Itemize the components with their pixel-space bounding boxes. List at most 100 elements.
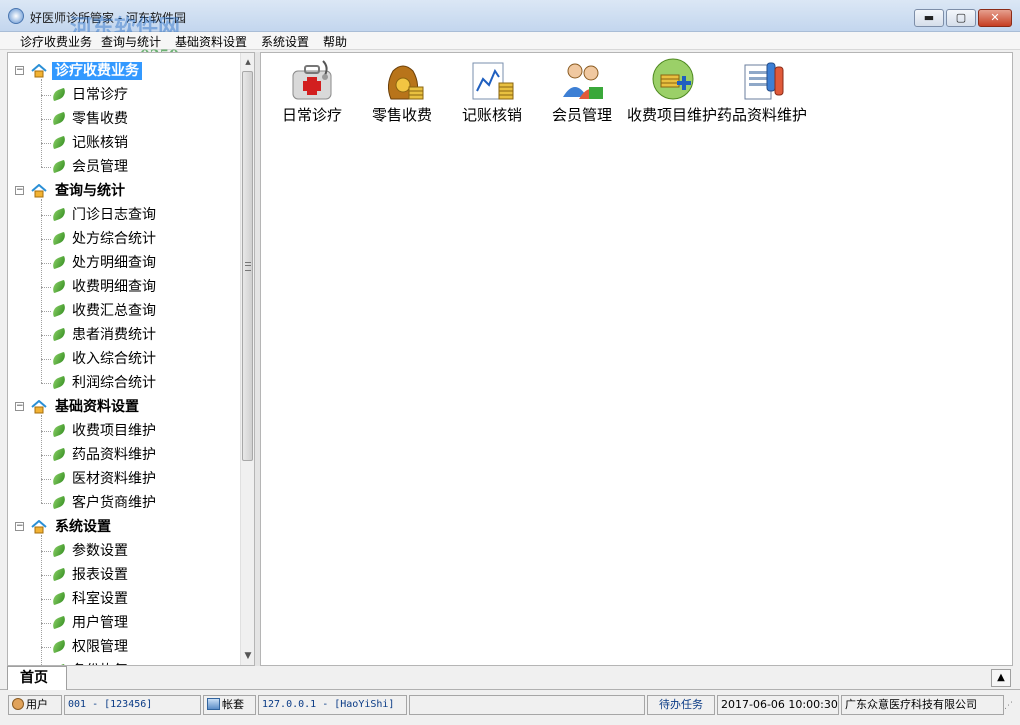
collapse-toggle-icon[interactable]: − bbox=[15, 66, 24, 75]
tree-group-label: 查询与统计 bbox=[55, 183, 125, 199]
navigation-tree-panel: − 诊疗收费业务日常诊疗零售收费记账核销会员管理 − 查询与统计门诊日志查询 处方综合统… bbox=[7, 52, 255, 666]
status-datetime: 2017-06-06 10:00:30 bbox=[717, 695, 839, 715]
leaf-icon bbox=[50, 423, 68, 438]
tile-daily-diagnosis[interactable]: 日常诊疗 bbox=[267, 55, 357, 145]
collapse-toggle-icon[interactable]: − bbox=[15, 186, 24, 195]
collapse-toggle-icon[interactable]: − bbox=[15, 402, 24, 411]
tree-item-label: 利润综合统计 bbox=[72, 375, 156, 391]
menu-business[interactable]: 诊疗收费业务 bbox=[20, 33, 92, 50]
tree-item-label: 收费明细查询 bbox=[72, 279, 156, 295]
scroll-up-icon[interactable]: ▴ bbox=[241, 53, 254, 70]
account-icon bbox=[207, 698, 220, 710]
leaf-icon bbox=[50, 495, 68, 510]
leaf-icon bbox=[50, 471, 68, 486]
scroll-thumb[interactable] bbox=[242, 71, 253, 461]
menu-system-settings[interactable]: 系统设置 bbox=[261, 33, 309, 50]
leaf-icon bbox=[50, 639, 68, 654]
tree-item-label: 处方综合统计 bbox=[72, 231, 156, 247]
leaf-icon bbox=[50, 327, 68, 342]
tree-group[interactable]: − 基础资料设置 bbox=[8, 395, 240, 419]
ledger-chart-icon bbox=[472, 62, 514, 100]
leaf-icon bbox=[50, 159, 68, 174]
leaf-icon bbox=[50, 207, 68, 222]
status-bar: 用户 001 - [123456] 帐套 127.0.0.1 - [HaoYiS… bbox=[0, 691, 1020, 725]
tree-item-label: 收费项目维护 bbox=[72, 423, 156, 439]
leaf-icon bbox=[50, 111, 68, 126]
status-user-value: 001 - [123456] bbox=[64, 695, 201, 715]
tree-item-label: 记账核销 bbox=[72, 135, 128, 151]
title-bar: 好医师诊所管家 - 河东软件园 河东软件网 ▬ ▢ ✕ bbox=[0, 0, 1020, 41]
leaf-icon bbox=[50, 615, 68, 630]
leaf-icon bbox=[50, 231, 68, 246]
tree-item[interactable]: 备份恢复 bbox=[8, 659, 240, 665]
tab-scroll-up-icon[interactable]: ▲ bbox=[991, 669, 1011, 687]
members-icon bbox=[563, 63, 603, 99]
tree-item-label: 门诊日志查询 bbox=[72, 207, 156, 223]
status-pending-tasks[interactable]: 待办任务 bbox=[647, 695, 715, 715]
tree-item-label: 收费汇总查询 bbox=[72, 303, 156, 319]
status-account: 帐套 bbox=[203, 695, 256, 715]
leaf-icon bbox=[50, 87, 68, 102]
drug-data-icon bbox=[744, 62, 784, 100]
status-server: 127.0.0.1 - [HaoYiShi] bbox=[258, 695, 407, 715]
tree-item-label: 用户管理 bbox=[72, 615, 128, 631]
leaf-icon bbox=[50, 375, 68, 390]
tile-drug-data-maintenance[interactable]: 药品资料维护 bbox=[717, 55, 807, 145]
tree-item-label: 日常诊疗 bbox=[72, 87, 128, 103]
tree-item-label: 参数设置 bbox=[72, 543, 128, 559]
tree-item-label: 会员管理 bbox=[72, 159, 128, 175]
tree-group[interactable]: − 查询与统计 bbox=[8, 179, 240, 203]
close-button[interactable]: ✕ bbox=[978, 9, 1012, 27]
tree-item-label: 科室设置 bbox=[72, 591, 128, 607]
menu-help[interactable]: 帮助 bbox=[323, 33, 347, 50]
money-bag-icon bbox=[387, 65, 424, 100]
app-icon bbox=[8, 8, 24, 24]
house-icon bbox=[31, 520, 47, 534]
tree-item-label: 收入综合统计 bbox=[72, 351, 156, 367]
scroll-down-icon[interactable]: ▼ bbox=[241, 648, 254, 665]
leaf-icon bbox=[50, 567, 68, 582]
collapse-toggle-icon[interactable]: − bbox=[15, 522, 24, 531]
tile-label: 药品资料维护 bbox=[717, 106, 808, 124]
tree-group[interactable]: − 诊疗收费业务 bbox=[8, 59, 240, 83]
leaf-icon bbox=[50, 447, 68, 462]
tile-label: 会员管理 bbox=[551, 106, 612, 124]
resize-grip-icon[interactable]: ⋰ bbox=[1004, 701, 1016, 713]
tree-item-label: 处方明细查询 bbox=[72, 255, 156, 271]
leaf-icon bbox=[50, 591, 68, 606]
tile-charge-item-maintenance[interactable]: 收费项目维护 bbox=[627, 55, 717, 145]
medical-kit-icon bbox=[292, 60, 332, 100]
tree-item-label: 报表设置 bbox=[72, 567, 128, 583]
tree-group[interactable]: − 系统设置 bbox=[8, 515, 240, 539]
house-icon bbox=[31, 64, 47, 78]
status-user: 用户 bbox=[8, 695, 62, 715]
tile-member-management[interactable]: 会员管理 bbox=[537, 55, 627, 145]
tree-scrollbar[interactable]: ▴ ▼ bbox=[240, 53, 254, 665]
user-icon bbox=[12, 698, 24, 710]
tree-item-label: 患者消费统计 bbox=[72, 327, 156, 343]
tile-bookkeeping[interactable]: 记账核销 bbox=[447, 55, 537, 145]
tab-home[interactable]: 首页 bbox=[7, 666, 67, 690]
leaf-icon bbox=[50, 255, 68, 270]
status-company: 广东众意医疗科技有限公司 bbox=[841, 695, 1004, 715]
leaf-icon bbox=[50, 135, 68, 150]
status-blank bbox=[409, 695, 645, 715]
tree-group-label: 基础资料设置 bbox=[55, 399, 139, 415]
tile-label: 零售收费 bbox=[371, 106, 432, 124]
tree-item-label: 医材资料维护 bbox=[72, 471, 156, 487]
tile-label: 日常诊疗 bbox=[281, 106, 342, 124]
leaf-icon bbox=[50, 351, 68, 366]
tree-item-label: 客户货商维护 bbox=[72, 495, 156, 511]
tree-group-label: 系统设置 bbox=[55, 519, 111, 535]
minimize-button[interactable]: ▬ bbox=[914, 9, 944, 27]
house-icon bbox=[31, 400, 47, 414]
tree-item-label: 权限管理 bbox=[72, 639, 128, 655]
tile-label: 收费项目维护 bbox=[627, 106, 718, 124]
tile-retail-charge[interactable]: 零售收费 bbox=[357, 55, 447, 145]
tab-bar: 首页 ▲ bbox=[0, 666, 1020, 690]
tile-label: 记账核销 bbox=[461, 106, 522, 124]
tree-item-label: 零售收费 bbox=[72, 111, 128, 127]
maximize-button[interactable]: ▢ bbox=[946, 9, 976, 27]
status-account-label: 帐套 bbox=[222, 698, 244, 711]
tree-item-label: 药品资料维护 bbox=[72, 447, 156, 463]
